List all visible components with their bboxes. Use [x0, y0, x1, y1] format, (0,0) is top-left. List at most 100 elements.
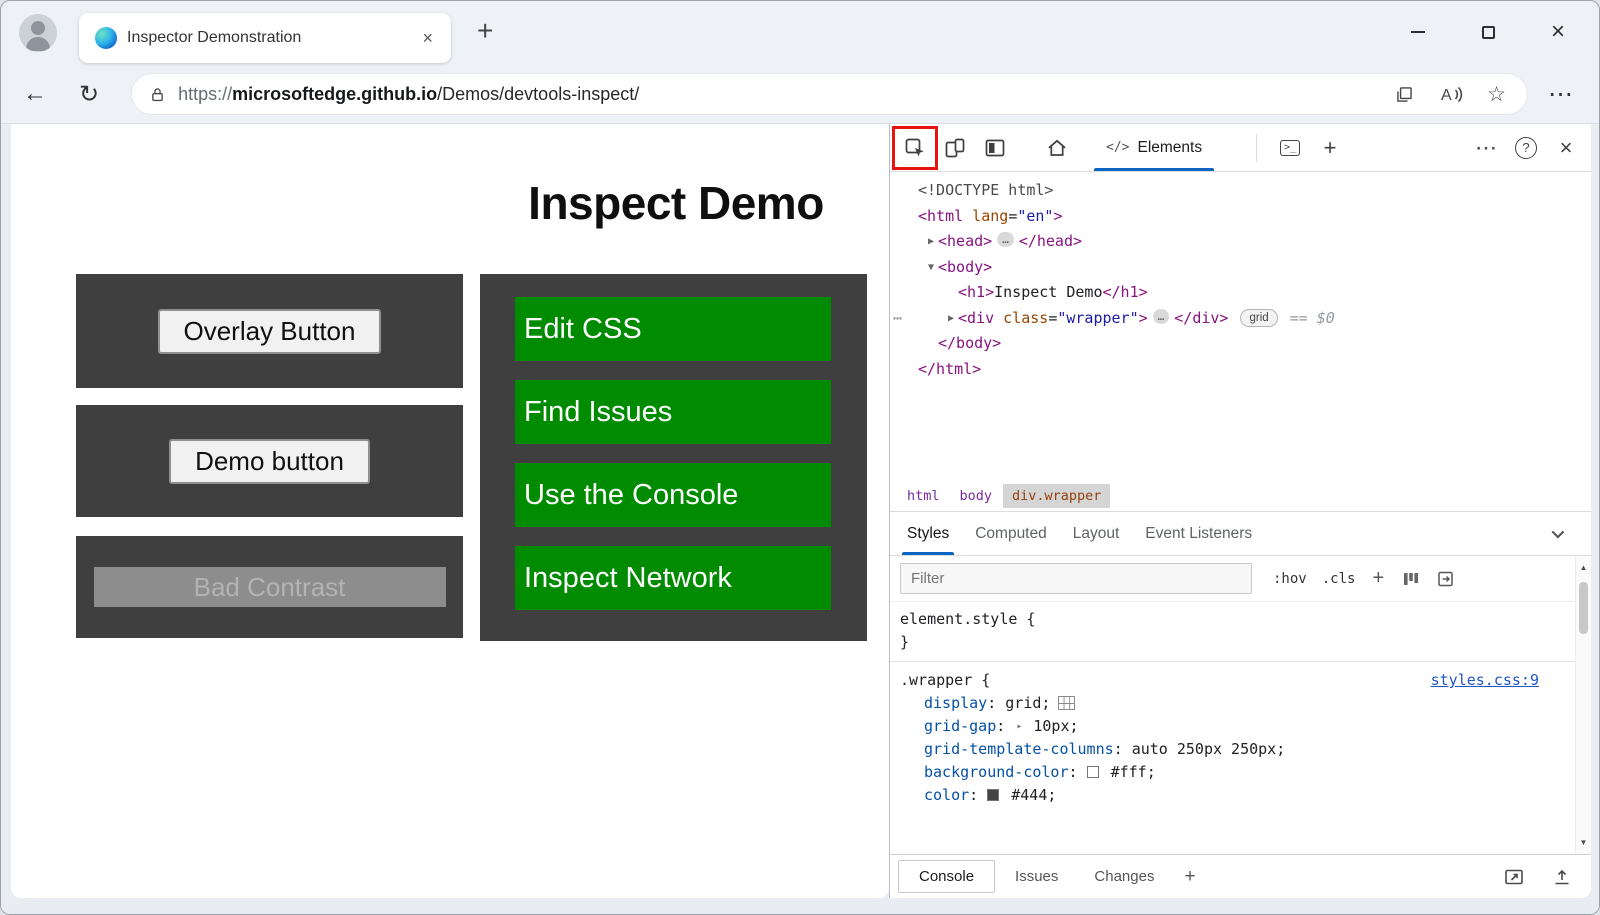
token-tag: </body> — [938, 334, 1001, 352]
console-prompt-icon: >_ — [1280, 140, 1300, 156]
avatar-body — [26, 37, 50, 51]
breadcrumb-html[interactable]: html — [898, 484, 949, 508]
expand-arrow-icon[interactable]: ▶ — [948, 313, 954, 324]
use-the-console-link[interactable]: Use the Console — [515, 463, 831, 527]
token-tag: <h1> — [958, 283, 994, 301]
styles-tab-bar: Styles Computed Layout Event Listeners — [890, 512, 1591, 556]
indent-spacer: ▶ — [900, 306, 958, 332]
token-tag: <html — [918, 207, 963, 225]
tab-elements[interactable]: </> Elements — [1090, 124, 1218, 171]
drawer-add-tab-button[interactable]: + — [1174, 866, 1205, 888]
dom-tree-row[interactable]: <html lang="en"> — [900, 204, 1591, 230]
dom-tree-row[interactable]: </html> — [900, 357, 1591, 383]
overlay-button-panel: Overlay Button — [76, 274, 463, 388]
breadcrumb-div-wrapper[interactable]: div.wrapper — [1003, 484, 1110, 508]
collections-icon[interactable] — [1394, 84, 1415, 105]
tab-styles[interactable]: Styles — [894, 512, 962, 555]
styles-filter-input[interactable] — [900, 563, 1252, 594]
tab-event-listeners[interactable]: Event Listeners — [1132, 512, 1265, 555]
dom-tree-row[interactable]: </body> — [900, 331, 1591, 357]
address-bar[interactable]: https://microsoftedge.github.io/Demos/de… — [131, 73, 1528, 115]
help-button[interactable]: ? — [1507, 128, 1545, 168]
maximize-button[interactable] — [1453, 1, 1523, 63]
inspect-network-link[interactable]: Inspect Network — [515, 546, 831, 610]
token-pill: … — [1153, 309, 1170, 324]
devtools-toolbar: </> Elements >_ + ⋯ ? × — [890, 124, 1591, 172]
style-declaration-line[interactable]: color: #444; — [900, 784, 1567, 807]
browser-tab[interactable]: Inspector Demonstration × — [79, 13, 451, 63]
undock-drawer-icon[interactable] — [1503, 866, 1525, 888]
url-path: /Demos/devtools-inspect/ — [437, 84, 639, 104]
style-declaration-line[interactable]: } — [900, 631, 1567, 654]
profile-avatar-icon[interactable] — [19, 14, 57, 52]
expand-arrow-icon[interactable]: ▼ — [928, 262, 934, 273]
token-plain: : — [996, 717, 1014, 735]
new-style-rule-button[interactable]: + — [1372, 567, 1384, 590]
expand-arrow-icon[interactable]: ▶ — [928, 236, 934, 247]
edit-css-link[interactable]: Edit CSS — [515, 297, 831, 361]
expand-drawer-icon[interactable] — [1551, 866, 1573, 888]
read-aloud-icon[interactable]: A — [1439, 83, 1463, 105]
elements-tab-label: Elements — [1137, 139, 1202, 157]
device-emulation-button[interactable] — [936, 128, 974, 168]
titlebar: Inspector Demonstration × + × — [1, 1, 1599, 65]
devtools-close-button[interactable]: × — [1547, 128, 1585, 168]
style-declaration-line[interactable]: grid-gap: ▸ 10px; — [900, 715, 1567, 738]
scroll-up-icon[interactable]: ▲ — [1576, 563, 1591, 572]
style-declaration-line[interactable]: display: grid; — [900, 692, 1567, 715]
token-tag: > — [1053, 207, 1062, 225]
bad-contrast-button[interactable]: Bad Contrast — [94, 567, 446, 607]
home-button[interactable] — [1038, 128, 1076, 168]
style-declaration-line[interactable]: grid-template-columns: auto 250px 250px; — [900, 738, 1567, 761]
row-more-icon[interactable]: ⋯ — [893, 306, 902, 332]
scroll-down-icon[interactable]: ▼ — [1576, 838, 1591, 847]
minimize-button[interactable] — [1383, 1, 1453, 63]
indent-spacer: ▼ — [900, 255, 938, 281]
dom-tree-row[interactable]: <!DOCTYPE html> — [900, 178, 1591, 204]
dom-tree-row[interactable]: <h1>Inspect Demo</h1> — [900, 280, 1591, 306]
tab-issues[interactable]: Issues — [999, 860, 1074, 893]
bad-contrast-panel: Bad Contrast — [76, 536, 463, 638]
token-plain: } — [900, 633, 909, 651]
add-devtools-tab-button[interactable]: + — [1311, 128, 1349, 168]
tab-layout[interactable]: Layout — [1060, 512, 1133, 555]
inspect-element-button[interactable] — [896, 128, 934, 168]
refresh-button[interactable]: ↻ — [69, 78, 109, 111]
toggle-class-button[interactable]: .cls — [1322, 571, 1356, 587]
style-declaration-line[interactable]: background-color: #fff; — [900, 761, 1567, 784]
dom-tree-row[interactable]: ▶<head>…</head> — [900, 229, 1591, 255]
dom-tree-row[interactable]: ▼ <body> — [900, 255, 1591, 281]
tab-computed[interactable]: Computed — [962, 512, 1060, 555]
tab-close-icon[interactable]: × — [416, 28, 439, 49]
chevron-down-icon[interactable] — [1552, 526, 1565, 539]
browser-window: Inspector Demonstration × + × ← ↻ https:… — [0, 0, 1600, 915]
find-issues-link[interactable]: Find Issues — [515, 380, 831, 444]
devtools-more-button[interactable]: ⋯ — [1467, 128, 1505, 168]
stylesheet-link[interactable]: styles.css:9 — [1431, 669, 1539, 692]
style-declaration-line[interactable]: .wrapper {styles.css:9 — [900, 669, 1567, 692]
open-external-icon[interactable] — [1436, 569, 1456, 589]
dock-side-button[interactable] — [976, 128, 1014, 168]
dom-tree-row[interactable]: ⋯▶<div class="wrapper">…</div>grid== $0 — [900, 306, 1591, 332]
new-tab-button[interactable]: + — [469, 15, 501, 47]
scrollbar-thumb[interactable] — [1579, 582, 1588, 634]
tab-console[interactable]: Console — [898, 860, 995, 893]
styles-scrollbar[interactable]: ▲ ▼ — [1575, 556, 1591, 854]
token-tag: <head> — [938, 232, 992, 250]
tab-title: Inspector Demonstration — [127, 29, 406, 47]
browser-more-button[interactable]: ⋯ — [1540, 79, 1581, 109]
token-prop: background-color — [924, 763, 1069, 781]
style-declaration-line[interactable]: element.style { — [900, 608, 1567, 631]
favorites-star-icon[interactable]: ☆ — [1487, 82, 1506, 107]
window-close-button[interactable]: × — [1523, 1, 1593, 63]
demo-button[interactable]: Demo button — [169, 439, 370, 484]
breadcrumb-body[interactable]: body — [951, 484, 1002, 508]
token-prop: grid-template-columns — [924, 740, 1114, 758]
tab-changes[interactable]: Changes — [1078, 860, 1170, 893]
overlay-button[interactable]: Overlay Button — [158, 309, 382, 354]
columns-icon[interactable] — [1401, 569, 1421, 589]
console-drawer-button[interactable]: >_ — [1271, 128, 1309, 168]
token-tag: <body> — [938, 258, 992, 276]
toggle-hover-state-button[interactable]: :hov — [1273, 571, 1307, 587]
back-button[interactable]: ← — [13, 78, 57, 110]
